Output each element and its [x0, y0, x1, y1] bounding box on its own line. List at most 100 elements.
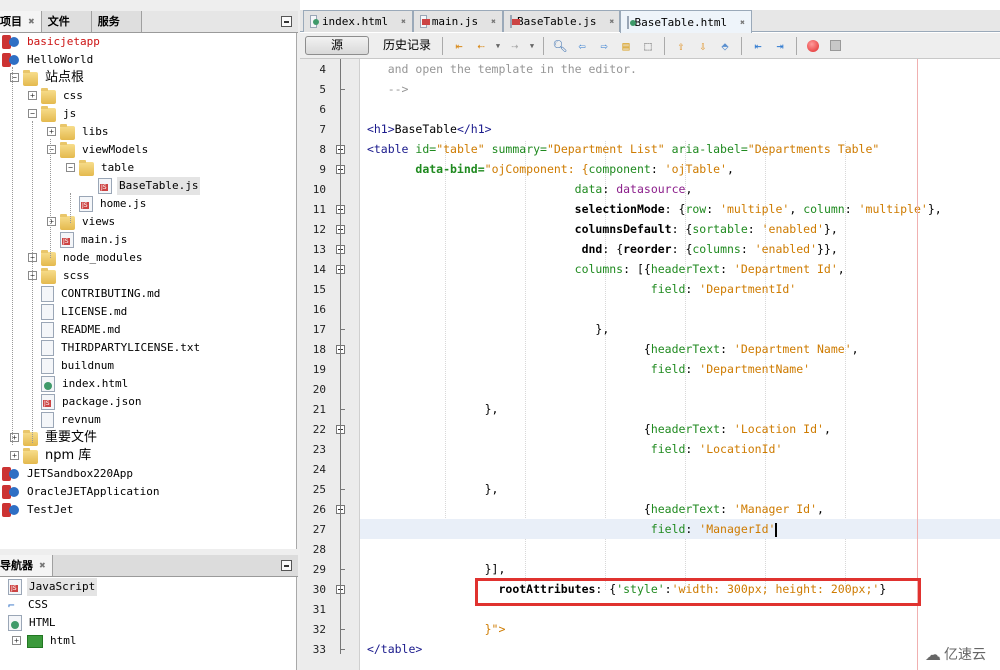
- collapse-icon[interactable]: −: [66, 163, 75, 172]
- expand-icon[interactable]: +: [10, 451, 19, 460]
- navigator-node[interactable]: JavaScript: [8, 578, 98, 596]
- tab-services[interactable]: 服务: [91, 11, 142, 32]
- toggle-bookmark-icon[interactable]: ⬘: [716, 37, 734, 55]
- record-macro-icon[interactable]: [804, 37, 822, 55]
- navigator-node[interactable]: html: [27, 632, 79, 650]
- forward-icon[interactable]: ⇢: [506, 37, 524, 55]
- tree-node[interactable]: table: [79, 159, 136, 177]
- previous-bookmark-icon[interactable]: ⇧: [672, 37, 690, 55]
- navigator-tree: JavaScript ⌐ CSS HTML html +: [0, 577, 297, 670]
- project-icon: [2, 52, 20, 68]
- code-token: :: [740, 242, 755, 256]
- code-token: data: [574, 182, 603, 196]
- tree-node[interactable]: README.md: [41, 321, 123, 339]
- code-line: field: 'DepartmentId': [360, 279, 796, 299]
- source-button[interactable]: 源: [305, 36, 369, 55]
- tree-node-label: node_modules: [63, 251, 143, 264]
- last-edit-icon[interactable]: ⇤: [450, 37, 468, 55]
- code-token: 'enabled': [754, 242, 818, 256]
- tree-node[interactable]: OracleJETApplication: [2, 483, 161, 501]
- tree-node[interactable]: JETSandbox220App: [2, 465, 135, 483]
- tree-node[interactable]: LICENSE.md: [41, 303, 129, 321]
- find-next-icon[interactable]: ⇨: [595, 37, 613, 55]
- tree-node[interactable]: revnum: [41, 411, 103, 429]
- code-token: data-bind=: [415, 162, 485, 176]
- code-token: headerText: [650, 422, 721, 436]
- tree-node[interactable]: main.js: [60, 231, 129, 249]
- tree-node[interactable]: TestJet: [2, 501, 75, 519]
- tree-node[interactable]: views: [60, 213, 117, 231]
- line-number: 8: [319, 143, 326, 156]
- code-token: reorder: [623, 242, 672, 256]
- folder-error-icon: [41, 249, 56, 266]
- close-icon[interactable]: ✖: [491, 17, 496, 26]
- minimize-button[interactable]: [281, 16, 292, 27]
- tab-label: index.html: [321, 15, 389, 28]
- tree-node[interactable]: css: [41, 87, 85, 105]
- expand-icon[interactable]: +: [47, 127, 56, 136]
- tree-node[interactable]: package.json: [41, 393, 143, 411]
- tree-node[interactable]: libs: [60, 123, 111, 141]
- minimize-button[interactable]: [281, 560, 292, 571]
- collapse-icon[interactable]: −: [47, 145, 56, 154]
- tree-node[interactable]: THIRDPARTYLICENSE.txt: [41, 339, 202, 357]
- tree-node[interactable]: scss: [41, 267, 92, 285]
- expand-icon[interactable]: +: [47, 217, 56, 226]
- close-icon[interactable]: ✖: [28, 11, 35, 32]
- editor-tab-basetable-js[interactable]: BaseTable.js ✖: [503, 10, 620, 32]
- chevron-down-icon[interactable]: ▼: [528, 37, 536, 55]
- stop-macro-icon[interactable]: [826, 37, 844, 55]
- tree-node[interactable]: buildnum: [41, 357, 116, 375]
- tree-node[interactable]: basicjetapp: [2, 33, 102, 51]
- tab-label: BaseTable.js: [517, 15, 597, 28]
- tree-node[interactable]: 重要文件: [23, 429, 99, 447]
- back-icon[interactable]: ⇠: [472, 37, 490, 55]
- code-token: ,: [817, 502, 824, 516]
- expand-icon[interactable]: +: [28, 91, 37, 100]
- tab-files[interactable]: 文件: [41, 11, 92, 32]
- close-icon[interactable]: ✖: [39, 555, 46, 576]
- tab-projects[interactable]: 项目 ✖: [0, 11, 42, 32]
- collapse-icon[interactable]: −: [28, 109, 37, 118]
- code-line: <h1>BaseTable</h1>: [360, 119, 492, 139]
- select-rectangle-icon[interactable]: ⬚: [639, 37, 657, 55]
- history-button[interactable]: 历史记录: [377, 36, 437, 55]
- tree-node[interactable]: node_modules: [41, 249, 144, 267]
- tab-navigator[interactable]: 导航器 ✖: [0, 555, 53, 576]
- close-icon[interactable]: ✖: [740, 18, 745, 27]
- toggle-highlight-icon[interactable]: ▤: [617, 37, 635, 55]
- close-icon[interactable]: ✖: [609, 17, 614, 26]
- tree-node[interactable]: home.js: [79, 195, 148, 213]
- shift-right-icon[interactable]: ⇥: [771, 37, 789, 55]
- code-token: {: [643, 502, 651, 516]
- tree-node[interactable]: js: [41, 105, 78, 123]
- expand-icon[interactable]: +: [12, 636, 21, 645]
- code-token: ,: [726, 162, 734, 176]
- editor-tab-index-html[interactable]: index.html ✖: [303, 10, 413, 32]
- next-bookmark-icon[interactable]: ⇩: [694, 37, 712, 55]
- find-icon[interactable]: 🔍︎: [551, 37, 569, 55]
- chevron-down-icon[interactable]: ▼: [494, 37, 502, 55]
- editor-tab-basetable-html[interactable]: BaseTable.html ✖: [620, 10, 752, 33]
- tree-node[interactable]: BaseTable.js: [98, 177, 201, 195]
- code-token: 'ojTable': [664, 162, 727, 176]
- navigator-node-label: HTML: [29, 616, 56, 629]
- code-line: columns: [{headerText: 'Department Id',: [360, 259, 845, 279]
- find-previous-icon[interactable]: ⇦: [573, 37, 591, 55]
- html-file-icon: [8, 615, 22, 631]
- tree-node[interactable]: index.html: [41, 375, 130, 393]
- code-line: },: [360, 319, 609, 339]
- editor-tab-main-js[interactable]: main.js ✖: [413, 10, 503, 32]
- tree-node-label: table: [101, 161, 135, 174]
- navigator-node[interactable]: HTML: [8, 614, 58, 632]
- shift-left-icon[interactable]: ⇤: [749, 37, 767, 55]
- code-token: :: [706, 202, 721, 216]
- tree-node[interactable]: viewModels: [60, 141, 150, 159]
- tree-node[interactable]: HelloWorld: [2, 51, 95, 69]
- close-icon[interactable]: ✖: [401, 17, 406, 26]
- tree-node[interactable]: 站点根: [23, 69, 86, 87]
- tree-node[interactable]: CONTRIBUTING.md: [41, 285, 162, 303]
- navigator-node[interactable]: ⌐ CSS: [8, 596, 50, 614]
- tree-node[interactable]: npm 库: [23, 447, 93, 465]
- code-line: columnsDefault: {sortable: 'enabled'},: [360, 219, 838, 239]
